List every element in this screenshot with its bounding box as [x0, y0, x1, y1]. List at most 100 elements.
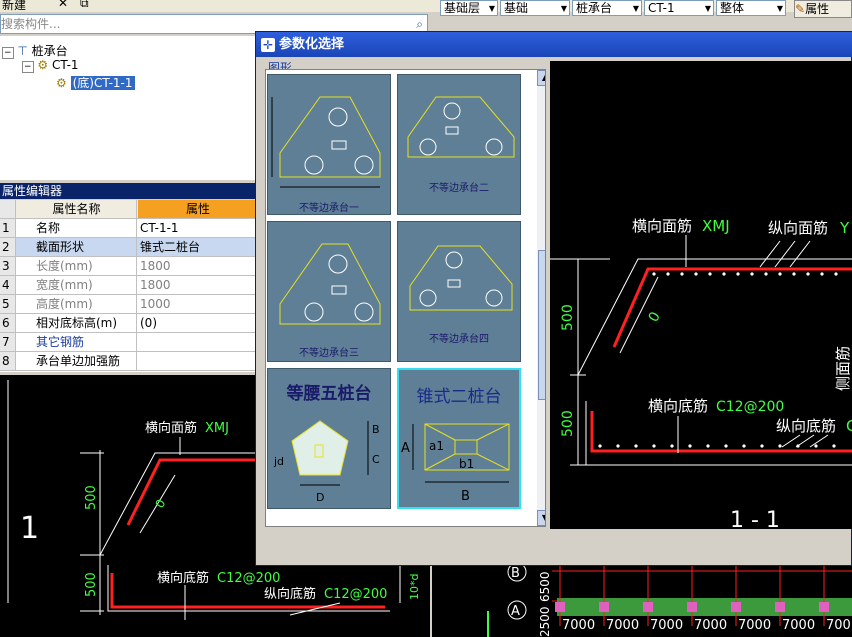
bottom-rebar-code: C12@200 — [217, 571, 280, 586]
rebar-dot — [616, 444, 620, 448]
property-value[interactable]: (0) — [138, 314, 256, 332]
property-row[interactable]: 2 截面形状 锥式二桩台 — [0, 238, 256, 257]
property-value[interactable]: 锥式二桩台 — [138, 238, 256, 256]
property-name: 名称 — [17, 219, 137, 237]
thumbnail-scrollbar[interactable]: ▲ ▼ — [537, 70, 545, 526]
tree-node-ct1-1[interactable]: ⚙ (底)CT-1-1 — [56, 74, 135, 91]
type-select[interactable]: 桩承台 ▼ — [572, 0, 642, 16]
category-select[interactable]: 基础 ▼ — [500, 0, 570, 16]
column-marker — [687, 602, 697, 612]
property-value[interactable] — [138, 333, 256, 351]
preview-dim-1: 500 — [560, 304, 576, 331]
row-number: 7 — [0, 333, 16, 351]
svg-text:jd: jd — [273, 455, 284, 468]
component-tree: − ⊤ 桩承台 − ⚙ CT-1 ⚙ (底)CT-1-1 — [0, 36, 256, 180]
dim-text-1: 500 — [84, 485, 99, 510]
scroll-down-button[interactable]: ▼ — [537, 510, 545, 526]
thumb-shape-2[interactable]: 不等边承台二 — [397, 74, 521, 215]
rebar-dot — [652, 444, 656, 448]
scroll-up-button[interactable]: ▲ — [537, 70, 545, 86]
thumb-3-caption: 不等边承台三 — [299, 348, 359, 359]
scroll-thumb[interactable] — [538, 250, 545, 400]
thumb-1-drawing — [271, 96, 381, 188]
thumb-shape-4[interactable]: 不等边承台四 — [397, 221, 521, 362]
rebar-dot — [598, 444, 602, 448]
rebar-dot — [706, 444, 710, 448]
rebar-dot — [694, 272, 698, 276]
thumb-shape-3[interactable]: 不等边承台三 — [267, 221, 391, 362]
rebar-dot — [764, 272, 768, 276]
tree-node-root[interactable]: − ⊤ 桩承台 — [2, 42, 68, 59]
rebar-dot — [666, 272, 670, 276]
column-marker — [775, 602, 785, 612]
scope-select[interactable]: 整体 ▼ — [716, 0, 786, 16]
property-row[interactable]: 1 名称 CT-1-1 — [0, 219, 256, 238]
preview-side-label: 纵向面筋 — [768, 219, 828, 237]
component-select[interactable]: CT-1 ▼ — [644, 0, 714, 16]
property-value[interactable] — [138, 352, 256, 370]
property-name: 长度(mm) — [17, 257, 137, 275]
preview-side-code: Y — [839, 219, 850, 237]
gear-icon: ⚙ — [56, 76, 67, 90]
column-marker — [599, 602, 609, 612]
property-name: 高度(mm) — [17, 295, 137, 313]
thumb-shape-5[interactable]: 等腰五桩台 B C D jd — [267, 368, 391, 509]
property-name: 承台单边加强筋 — [17, 352, 137, 370]
preview-top-rebar — [612, 267, 852, 348]
svg-text:B: B — [372, 423, 380, 436]
column-value-header: 属性 — [138, 200, 256, 218]
property-value[interactable]: CT-1-1 — [138, 219, 256, 237]
floor-select[interactable]: 基础层 ▼ — [440, 0, 498, 16]
rebar-dot — [760, 444, 764, 448]
preview-long-label: 纵向底筋 — [776, 417, 836, 435]
shape-thumbnail-list: 不等边承台一 不等边承台二 不等边承台三 不等边承台四 等腰五桩台 B C D … — [265, 69, 546, 527]
left-dim-1: 6500 — [538, 571, 552, 602]
rebar-dot — [778, 444, 782, 448]
property-value[interactable]: 1000 — [138, 295, 256, 313]
property-value[interactable]: 1800 — [138, 257, 256, 275]
rebar-dot — [742, 444, 746, 448]
grid-plan-view[interactable]: B A 6500 2500 7000 7000 7000 7000 7000 7000 70… — [432, 566, 852, 637]
grid-dim-label: 7000 — [738, 618, 771, 633]
property-value[interactable]: 1800 — [138, 276, 256, 294]
property-row[interactable]: 5 高度(mm) 1000 — [0, 295, 256, 314]
property-name: 宽度(mm) — [17, 276, 137, 294]
row-number: 5 — [0, 295, 16, 313]
property-row[interactable]: 8 承台单边加强筋 — [0, 352, 256, 371]
property-row[interactable]: 3 长度(mm) 1800 — [0, 257, 256, 276]
property-name: 其它钢筋 — [17, 333, 137, 351]
rebar-dot — [792, 272, 796, 276]
collapse-icon[interactable]: − — [2, 47, 14, 59]
rebar-dot — [688, 444, 692, 448]
thumb-shape-1[interactable]: 不等边承台一 — [267, 74, 391, 215]
properties-button[interactable]: ✎属性 — [794, 0, 852, 18]
preview-dim-2: 500 — [560, 410, 576, 437]
tree-node-ct1[interactable]: − ⚙ CT-1 — [22, 58, 79, 73]
preview-outline — [577, 258, 852, 376]
dialog-app-icon: ✛ — [261, 37, 275, 52]
collapse-icon[interactable]: − — [22, 61, 34, 73]
thumb-shape-6-selected[interactable]: 锥式二桩台 A a1 b1 B — [397, 368, 521, 509]
rebar-dot — [806, 272, 810, 276]
property-row[interactable]: 7 其它钢筋 — [0, 333, 256, 352]
property-grid: 属性名称 属性 1 名称 CT-1-1 2 截面形状 锥式二桩台 3 长度(mm) 1800 4 宽… — [0, 200, 256, 372]
rebar-dot — [814, 444, 818, 448]
rebar-dot — [722, 272, 726, 276]
row-number: 2 — [0, 238, 16, 256]
dialog-title: 参数化选择 — [279, 37, 345, 52]
rebar-dot — [680, 272, 684, 276]
delete-icon[interactable]: ✕ — [58, 0, 68, 10]
property-row[interactable]: 4 宽度(mm) 1800 — [0, 276, 256, 295]
property-name: 截面形状 — [17, 238, 137, 256]
column-marker — [819, 602, 829, 612]
row-number: 1 — [0, 219, 16, 237]
svg-text:a1: a1 — [429, 439, 444, 453]
rebar-dot — [834, 272, 838, 276]
copy-icon[interactable]: ⧉ — [80, 0, 89, 11]
dialog-titlebar[interactable]: ✛ 参数化选择 — [256, 32, 852, 57]
property-row[interactable]: 6 相对底标高(m) (0) — [0, 314, 256, 333]
rebar-dot — [634, 444, 638, 448]
preview-side-face-label: 侧面筋 — [834, 346, 852, 391]
row-number: 8 — [0, 352, 16, 370]
new-button[interactable]: 新建 — [2, 0, 26, 13]
